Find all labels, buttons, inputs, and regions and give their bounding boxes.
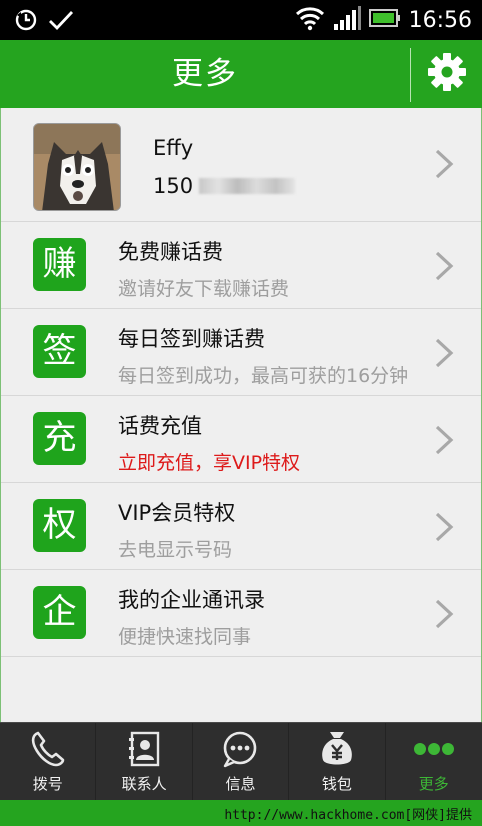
menu-item-title: 每日签到赚话费: [118, 327, 265, 351]
menu-item-subtitle: 邀请好友下载赚话费: [118, 278, 290, 300]
menu-item-subtitle: 每日签到成功，最高可获的16分钟: [118, 365, 409, 387]
menu-item-title: VIP会员特权: [118, 501, 236, 525]
profile-phone: 150: [153, 174, 296, 198]
settings-button[interactable]: [411, 40, 482, 108]
privilege-badge-icon: 权: [33, 499, 86, 552]
earn-badge-icon: 赚: [33, 238, 86, 291]
menu-item-subtitle: 立即充值，享VIP特权: [118, 452, 301, 474]
profile-row[interactable]: Effy 150: [1, 108, 481, 222]
menu-item-subtitle: 去电显示号码: [118, 539, 233, 561]
chevron-right-icon: [433, 148, 455, 180]
tab-label: 拨号: [32, 775, 63, 793]
enterprise-badge-icon: 企: [33, 586, 86, 639]
recharge-badge-icon: 充: [33, 412, 86, 465]
avatar: [33, 123, 121, 211]
profile-name: Effy: [153, 136, 194, 160]
chevron-right-icon: [433, 511, 455, 543]
tab-contacts[interactable]: 联系人: [96, 723, 193, 801]
footer-credit: http://www.hackhome.com[网侠]提供: [224, 808, 472, 823]
signal-icon: [333, 5, 361, 35]
menu-item-enterprise-contacts[interactable]: 企 我的企业通讯录 便捷快速找同事: [1, 570, 481, 657]
tab-label: 联系人: [121, 775, 167, 793]
menu-item-free-credit[interactable]: 赚 免费赚话费 邀请好友下载赚话费: [1, 222, 481, 309]
status-right-icons: 16:56: [295, 5, 472, 35]
check-icon: [48, 8, 74, 36]
checkin-badge-icon: 签: [33, 325, 86, 378]
sync-icon: [14, 8, 38, 36]
bottom-tab-bar: 拨号 联系人 信息 钱包 更多: [0, 722, 482, 801]
footer-bar: http://www.hackhome.com[网侠]提供: [0, 800, 482, 826]
chevron-right-icon: [433, 337, 455, 369]
status-left-icons: [14, 8, 74, 36]
tab-more[interactable]: 更多: [386, 723, 482, 801]
gear-icon: [427, 52, 467, 96]
tab-dialer[interactable]: 拨号: [0, 723, 97, 801]
status-bar: 16:56: [0, 0, 482, 40]
menu-item-title: 免费赚话费: [118, 240, 223, 264]
more-icon: [412, 739, 456, 763]
page-title: 更多: [172, 56, 238, 92]
chevron-right-icon: [433, 424, 455, 456]
menu-item-subtitle: 便捷快速找同事: [118, 626, 252, 648]
tab-messages[interactable]: 信息: [193, 723, 290, 801]
contacts-icon: [124, 729, 164, 773]
chevron-right-icon: [433, 598, 455, 630]
phone-prefix: 150: [153, 174, 194, 198]
more-content: Effy 150 赚 免费赚话费 邀请好友下载赚话费 签 每日签到赚话费 每日签…: [0, 108, 482, 722]
phone-icon: [28, 729, 68, 773]
battery-icon: [368, 8, 401, 32]
message-icon: [219, 729, 261, 773]
wallet-icon: [316, 728, 358, 774]
wifi-icon: [295, 5, 325, 35]
chevron-right-icon: [433, 250, 455, 282]
tab-label: 信息: [225, 775, 256, 793]
menu-item-title: 我的企业通讯录: [118, 588, 265, 612]
menu-item-vip[interactable]: 权 VIP会员特权 去电显示号码: [1, 483, 481, 570]
menu-item-title: 话费充值: [118, 414, 202, 438]
header: 更多: [0, 40, 482, 108]
tab-label: 钱包: [321, 775, 352, 793]
status-time: 16:56: [408, 7, 472, 33]
menu-item-recharge[interactable]: 充 话费充值 立即充值，享VIP特权: [1, 396, 481, 483]
tab-label: 更多: [418, 775, 449, 793]
menu-item-daily-checkin[interactable]: 签 每日签到赚话费 每日签到成功，最高可获的16分钟: [1, 309, 481, 396]
tab-wallet[interactable]: 钱包: [289, 723, 386, 801]
phone-redacted-blur: [199, 178, 296, 194]
